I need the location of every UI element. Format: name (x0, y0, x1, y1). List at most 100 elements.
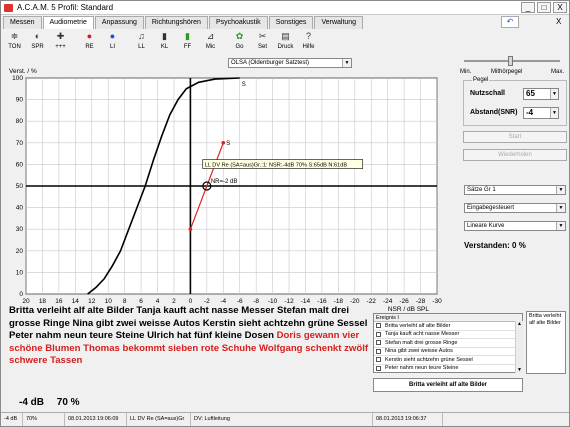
window-controls: _ □ X (521, 2, 567, 13)
toolbar-label: +++ (55, 44, 66, 50)
start-button[interactable]: Start (463, 131, 567, 143)
spr-icon: ◐ (34, 31, 41, 41)
abstand-label: Abstand(SNR) (470, 109, 518, 116)
event-text: Nina gibt zwei weisse Autos (385, 348, 453, 355)
y-tick-label: 10 (16, 269, 24, 276)
--icon: ✚ (56, 31, 65, 41)
tab-audiometrie[interactable]: Audiometrie (42, 16, 94, 29)
x-tick-label: 6 (139, 298, 143, 305)
re-icon: ● (86, 31, 93, 41)
tab-psychoakustik[interactable]: Psychoakustik (208, 16, 268, 29)
event-list-scrollbar[interactable]: ▲ ▼ (515, 321, 523, 373)
chevron-down-icon: ▼ (556, 186, 565, 194)
x-axis-label: NSR / dB SPL (388, 306, 430, 311)
result-percent: 70 % (56, 397, 80, 408)
x-tick-label: 4 (156, 298, 160, 305)
tab-verwaltung[interactable]: Verwaltung (314, 16, 364, 29)
saetze-select[interactable]: Sätze Gr 1 ▼ (464, 185, 566, 195)
toolbar-button--[interactable]: ✚ +++ (49, 30, 72, 54)
scroll-down-icon[interactable]: ▼ (516, 367, 523, 373)
x-tick-label: 20 (22, 298, 30, 305)
measurement-point (188, 227, 193, 231)
ton-icon: ≑ (10, 31, 19, 41)
y-tick-label: 50 (16, 183, 24, 190)
slider-min-label: Min. (460, 69, 472, 75)
tab-messen[interactable]: Messen (3, 16, 42, 29)
nutzschall-value: 65 (526, 89, 535, 98)
event-list-item[interactable]: Nina gibt zwei weisse Autos (374, 348, 522, 356)
event-list-item[interactable]: Kerstin sieht achtzehn grüne Sessel (374, 356, 522, 365)
toolbar-button-re[interactable]: ● RE (78, 30, 101, 54)
toolbar-button-li[interactable]: ● LI (101, 30, 124, 54)
repeat-button[interactable]: Wiederholen (463, 149, 567, 161)
event-list-item[interactable]: Stefan malt drei grosse Ringe (374, 339, 522, 348)
toolbar-button-set[interactable]: ✂ Set (251, 30, 274, 54)
verstanden-label: Verstanden: 0 % (464, 241, 526, 250)
y-tick-label: 40 (16, 205, 24, 212)
kl-icon: ▮ (162, 31, 167, 41)
toolbar-button-hilfe[interactable]: ? Hilfe (297, 30, 320, 54)
main-tabs: Messen Audiometrie Anpassung Richtungshö… (3, 16, 364, 29)
toolbar-button-ff[interactable]: ▮ FF (176, 30, 199, 54)
x-tick-label: -26 (399, 298, 409, 305)
toolbar-button-spr[interactable]: ◐ SPR (26, 30, 49, 54)
x-tick-label: -30 (432, 298, 442, 305)
slider-thumb[interactable] (508, 56, 513, 66)
abstand-field[interactable]: -4 ▼ (523, 107, 559, 119)
scroll-up-icon[interactable]: ▲ (516, 321, 523, 327)
toolbar-button-kl[interactable]: ▮ KL (153, 30, 176, 54)
window-title: A.C.A.M. 5 Profil: Standard (17, 3, 114, 12)
toolbar-button-ll[interactable]: ♫ LL (130, 30, 153, 54)
x-tick-label: -22 (367, 298, 377, 305)
tabs-close-button[interactable]: X (556, 17, 561, 26)
app-icon (4, 4, 13, 12)
event-checkbox[interactable] (376, 331, 381, 337)
slider-max-label: Max. (551, 69, 565, 75)
toolbar: ≑ TON ◐ SPR ✚ +++ ● RE ● LI ♫ LL ▮ KL ▮ FF ⊿ Mic ✿ Go ✂ Set ▤ D… (3, 30, 320, 54)
eingabe-select[interactable]: Eingabegesteuert ▼ (464, 203, 566, 213)
tooltip-text: LL DV Re (SA=aus)Gr.:1: NSR:-4dB 70% S:6… (205, 163, 348, 169)
event-checkbox[interactable] (376, 323, 381, 329)
druck-icon: ▤ (281, 31, 290, 41)
x-tick-label: -20 (350, 298, 360, 305)
event-list-item[interactable]: Tanja kauft acht nasse Messer (374, 331, 522, 339)
maximize-button[interactable]: □ (537, 2, 551, 13)
sentence-text: Britta verleiht alf alte Bilder Tanja ka… (9, 305, 369, 368)
tab-anpassung[interactable]: Anpassung (94, 16, 144, 29)
event-checkbox[interactable] (376, 357, 381, 363)
event-checkbox[interactable] (376, 348, 381, 354)
word-list[interactable]: Britta verleiht alf alte Bilder (526, 311, 566, 374)
y-tick-label: 70 (16, 140, 24, 147)
x-tick-label: -8 (253, 298, 259, 305)
kurve-select[interactable]: Lineare Kurve ▼ (464, 221, 566, 231)
event-list-item[interactable]: Peter nahm neun teure Steine (374, 365, 522, 373)
chevron-down-icon: ▼ (556, 204, 565, 212)
level-slider[interactable] (462, 56, 562, 66)
tab-sonstiges[interactable]: Sonstiges (268, 16, 314, 29)
toolbar-button-druck[interactable]: ▤ Druck (274, 30, 297, 54)
nutzschall-field[interactable]: 65 ▼ (523, 88, 559, 100)
event-list-item[interactable]: Britta verleiht alf alte Bilder (374, 322, 522, 331)
x-tick-label: 16 (55, 298, 63, 305)
tab-richtungshoeren[interactable]: Richtungshören (144, 16, 208, 29)
event-list[interactable]: Ereignis I Britta verleiht alf alte Bild… (373, 313, 523, 373)
x-tick-label: -2 (204, 298, 210, 305)
status-end-time: 08.01.2013 19:06:37 (373, 413, 443, 426)
event-text: Kerstin sieht achtzehn grüne Sessel (385, 356, 473, 363)
event-checkbox[interactable] (376, 340, 381, 346)
toolbar-button-mic[interactable]: ⊿ Mic (199, 30, 222, 54)
toolbar-button-go[interactable]: ✿ Go (228, 30, 251, 54)
ll-icon: ♫ (138, 31, 145, 41)
minimize-button[interactable]: _ (521, 2, 535, 13)
event-list-header: Ereignis I (374, 314, 522, 322)
close-button[interactable]: X (553, 2, 567, 13)
undo-icon[interactable]: ↶ (501, 16, 519, 28)
toolbar-label: Hilfe (302, 44, 315, 50)
status-mode: LL DV Re (SA=aus)Gr (127, 413, 191, 426)
srt-marker-label: NR=-2 dB (211, 179, 238, 185)
event-text: Stefan malt drei grosse Ringe (385, 339, 458, 346)
event-checkbox[interactable] (376, 365, 381, 371)
status-start-time: 08.01.2013 19:06:09 (65, 413, 127, 426)
toolbar-button-ton[interactable]: ≑ TON (3, 30, 26, 54)
x-tick-label: 8 (123, 298, 127, 305)
